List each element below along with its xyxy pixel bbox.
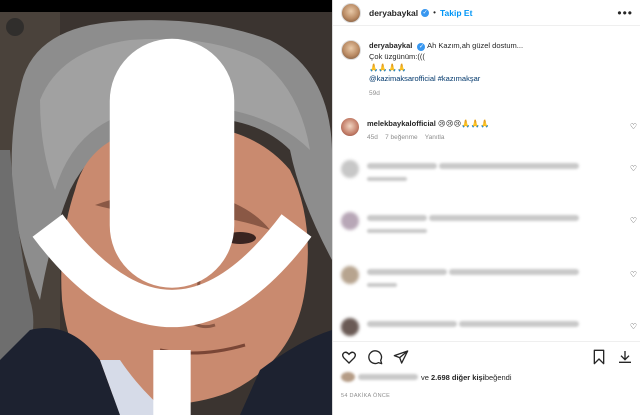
download-icon[interactable]: [617, 349, 633, 365]
caption: deryabaykal ✓ Ah Kazım,ah güzel dostum..…: [341, 40, 631, 99]
comment-like-icon[interactable]: ♡: [630, 322, 637, 331]
verified-badge-icon: ✓: [421, 8, 430, 17]
comment-item-blurred: ♡: [341, 266, 639, 291]
follow-button[interactable]: Takip Et: [440, 8, 472, 18]
comment-like-icon[interactable]: ♡: [630, 164, 637, 173]
caption-username[interactable]: deryabaykal: [369, 41, 412, 50]
comment-item-blurred: ♡: [341, 160, 639, 185]
comment-avatar[interactable]: [341, 266, 359, 284]
comment-like-icon[interactable]: ♡: [630, 216, 637, 225]
comment-avatar[interactable]: [341, 212, 359, 230]
comment-username[interactable]: melekbaykalofficial: [367, 119, 436, 128]
comment-avatar[interactable]: [341, 160, 359, 178]
liker-avatar: [341, 372, 355, 382]
comment-like-icon[interactable]: ♡: [630, 122, 637, 131]
verified-badge-icon: ✓: [417, 43, 426, 51]
blurred-username: [367, 215, 427, 222]
comment-like-icon[interactable]: ♡: [630, 270, 637, 279]
caption-time: 59d: [369, 90, 380, 97]
action-bar: [333, 341, 640, 371]
heart-icon[interactable]: [341, 349, 357, 365]
comment-avatar[interactable]: [341, 118, 359, 136]
likes-summary[interactable]: ve 2.698 diğer kişi beğendi: [341, 372, 512, 382]
likes-prefix: ve: [421, 372, 429, 382]
comment-reply-button[interactable]: Yanıtla: [425, 134, 445, 141]
blurred-username: [367, 163, 437, 170]
avatar[interactable]: [341, 2, 361, 23]
caption-line-3: 🙏🙏🙏🙏: [369, 63, 407, 72]
blurred-text: [439, 163, 580, 170]
post-media[interactable]: [0, 0, 332, 415]
likes-count[interactable]: 2.698 diğer kişi: [431, 373, 485, 382]
caption-tags[interactable]: @kazimaksarofficial #kazımakşar: [369, 73, 523, 84]
header-username[interactable]: deryabaykal: [369, 8, 418, 18]
post-timestamp: 54 DAKİKA ÖNCE: [341, 393, 391, 399]
blurred-meta: [367, 283, 397, 288]
mute-icon[interactable]: [6, 18, 312, 415]
comment-likes[interactable]: 7 beğenme: [385, 134, 418, 141]
comment-avatar[interactable]: [341, 318, 359, 336]
more-options-icon[interactable]: •••: [617, 6, 633, 20]
separator-dot: •: [433, 8, 436, 17]
likes-suffix: beğendi: [484, 372, 512, 382]
caption-line-1: Ah Kazım,ah güzel dostum...: [427, 41, 524, 50]
comment-time: 45d: [367, 134, 378, 141]
blurred-liker-name: [358, 374, 418, 380]
post-panel: deryabaykal ✓ • Takip Et ••• deryabaykal…: [332, 0, 640, 415]
blurred-text: [449, 269, 580, 276]
caption-avatar[interactable]: [341, 40, 361, 60]
comment-text: 😢😢😢🙏🙏🙏: [437, 119, 490, 128]
blurred-username: [367, 321, 457, 328]
comment-item: melekbaykalofficial 😢😢😢🙏🙏🙏 45d 7 beğenme…: [341, 118, 639, 143]
share-icon[interactable]: [393, 349, 409, 365]
caption-line-2: Çok üzgünüm:(((: [369, 52, 425, 61]
blurred-meta: [367, 177, 407, 182]
post-header: deryabaykal ✓ • Takip Et •••: [333, 0, 640, 26]
comment-icon[interactable]: [367, 349, 383, 365]
blurred-text: [429, 215, 580, 222]
bookmark-icon[interactable]: [591, 349, 607, 365]
comment-item-blurred: ♡: [341, 318, 639, 336]
top-black-bar: [0, 0, 332, 12]
blurred-text: [459, 321, 580, 328]
blurred-username: [367, 269, 447, 276]
blurred-meta: [367, 229, 427, 234]
comment-item-blurred: ♡: [341, 212, 639, 237]
